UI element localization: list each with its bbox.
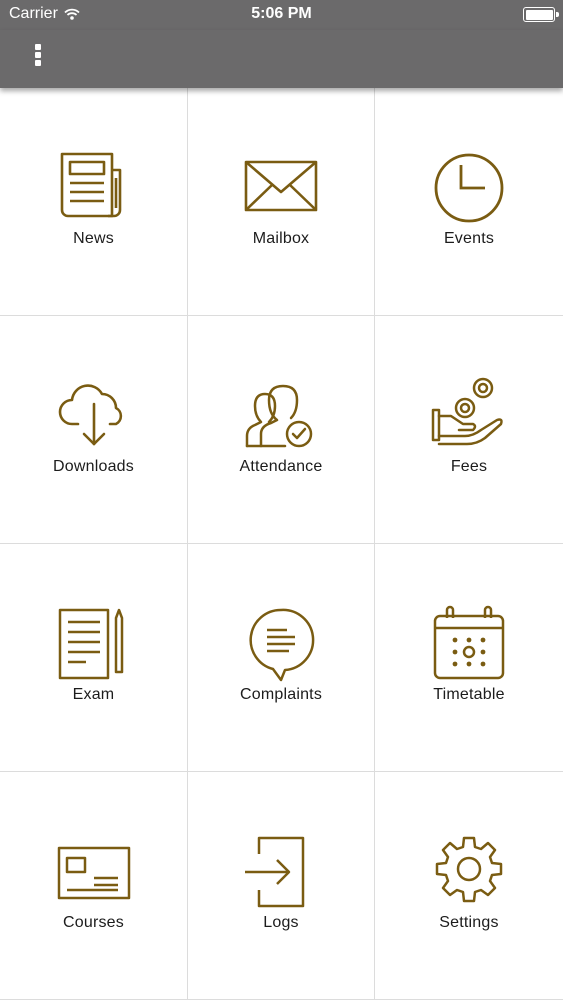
newspaper-icon: [54, 148, 134, 228]
tile-exam[interactable]: Exam: [0, 544, 188, 772]
id-card-icon: [54, 832, 134, 912]
tile-news[interactable]: News: [0, 88, 188, 316]
tile-settings[interactable]: Settings: [375, 772, 563, 1000]
hand-coins-icon: [429, 376, 509, 456]
status-time: 5:06 PM: [251, 5, 312, 22]
tile-timetable[interactable]: Timetable: [375, 544, 563, 772]
gear-icon: [429, 832, 509, 912]
tile-logs[interactable]: Logs: [188, 772, 375, 1000]
login-icon: [241, 832, 321, 912]
feature-grid: News Mailbox Events Downloads Attendance…: [0, 88, 563, 1000]
tile-complaints[interactable]: Complaints: [188, 544, 375, 772]
tile-label: Events: [443, 230, 495, 247]
battery-icon: [523, 7, 559, 22]
tile-label: Timetable: [433, 686, 505, 703]
clock-icon: [429, 148, 509, 228]
tile-label: Settings: [439, 914, 499, 931]
tile-mailbox[interactable]: Mailbox: [188, 88, 375, 316]
tile-attendance[interactable]: Attendance: [188, 316, 375, 544]
tile-label: Downloads: [53, 458, 134, 475]
tile-label: Exam: [72, 686, 115, 703]
cloud-download-icon: [54, 376, 134, 456]
tile-label: News: [73, 230, 114, 247]
tile-fees[interactable]: Fees: [375, 316, 563, 544]
tile-label: Courses: [63, 914, 124, 931]
tile-label: Fees: [450, 458, 488, 475]
tile-label: Attendance: [239, 458, 323, 475]
exam-paper-icon: [54, 604, 134, 684]
nav-bar: [0, 30, 563, 88]
tile-events[interactable]: Events: [375, 88, 563, 316]
tile-label: Logs: [263, 914, 299, 931]
tile-courses[interactable]: Courses: [0, 772, 188, 1000]
more-menu-button[interactable]: [26, 40, 50, 74]
status-bar: Carrier 5:06 PM: [0, 0, 563, 30]
tile-downloads[interactable]: Downloads: [0, 316, 188, 544]
calendar-icon: [429, 604, 509, 684]
users-check-icon: [241, 376, 321, 456]
envelope-icon: [241, 148, 321, 228]
tile-label: Complaints: [239, 686, 323, 703]
chat-bubble-icon: [241, 604, 321, 684]
tile-label: Mailbox: [252, 230, 310, 247]
